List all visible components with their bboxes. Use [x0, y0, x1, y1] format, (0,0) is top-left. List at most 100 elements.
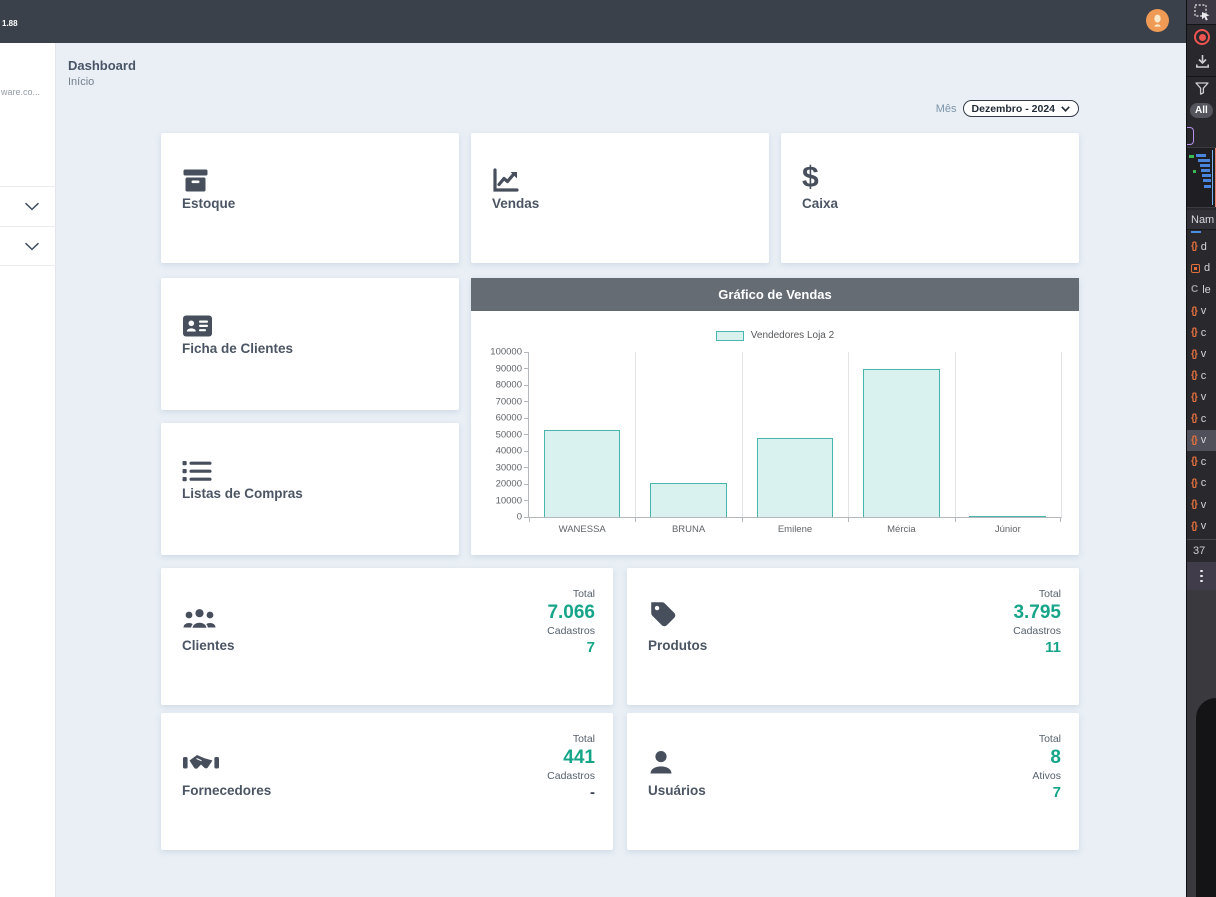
network-request-row[interactable]: {}v	[1187, 494, 1216, 516]
filter-all-button[interactable]: All	[1190, 103, 1213, 118]
document-icon	[1191, 264, 1200, 273]
nav-card-listas-de-compras[interactable]: Listas de Compras	[161, 423, 459, 555]
x-axis-tick-mark	[955, 517, 956, 522]
chevron-down-icon	[24, 202, 40, 211]
chart-bar[interactable]	[969, 516, 1046, 517]
legend-swatch	[716, 331, 744, 341]
network-request-row[interactable]: {}c	[1187, 473, 1216, 495]
metric-value: 11	[1013, 638, 1061, 658]
metric-value: 441	[547, 746, 595, 770]
box-icon	[182, 161, 209, 193]
stat-card-usuarios[interactable]: Usuários Total 8 Ativos 7	[627, 713, 1079, 850]
y-axis-tick-label: 90000	[496, 363, 522, 374]
request-name: le	[1202, 284, 1211, 296]
page-title: Dashboard	[68, 58, 136, 73]
request-name: c	[1201, 477, 1207, 489]
metric-label: Total	[1013, 588, 1061, 601]
y-axis-tick-mark	[524, 467, 529, 468]
version-text: 1.88	[2, 19, 18, 28]
network-request-row[interactable]: {}c	[1187, 365, 1216, 387]
chevron-down-icon	[1061, 106, 1070, 112]
nav-card-caixa[interactable]: $ Caixa	[781, 133, 1079, 263]
x-axis-category-label: WANESSA	[559, 524, 606, 535]
sidebar-menu-item-2[interactable]	[0, 226, 56, 266]
y-axis-tick-mark	[524, 368, 529, 369]
stat-card-label: Usuários	[648, 783, 706, 798]
y-axis-tick-mark	[524, 352, 529, 353]
network-request-row[interactable]: d	[1187, 258, 1216, 280]
nav-card-ficha-de-clientes[interactable]: Ficha de Clientes	[161, 278, 459, 410]
nav-card-label: Vendas	[492, 196, 539, 211]
x-axis-tick-mark	[742, 517, 743, 522]
stat-card-fornecedores[interactable]: Fornecedores Total 441 Cadastros -	[161, 713, 613, 850]
dollar-icon: $	[802, 161, 819, 193]
request-name: v	[1201, 348, 1207, 360]
month-select[interactable]: Dezembro - 2024	[963, 100, 1079, 117]
chart-bar[interactable]	[650, 483, 727, 517]
month-filter: Mês Dezembro - 2024	[936, 100, 1079, 117]
network-request-row[interactable]: Cle	[1187, 279, 1216, 301]
json-braces-icon: {}	[1191, 306, 1197, 317]
network-request-row[interactable]: {}v	[1187, 430, 1216, 452]
tag-icon	[648, 594, 679, 630]
x-axis-category-label: Mércia	[887, 524, 916, 535]
x-axis-category-label: BRUNA	[672, 524, 705, 535]
chart-bar[interactable]	[863, 369, 940, 518]
y-axis-tick-mark	[524, 418, 529, 419]
corner-overlay	[1196, 698, 1216, 897]
network-overview-waterfall[interactable]	[1187, 147, 1216, 208]
chart-bar[interactable]	[757, 438, 834, 517]
breadcrumb: Início	[68, 76, 94, 88]
filter-funnel-icon[interactable]	[1195, 82, 1209, 100]
metric-label: Ativos	[1032, 770, 1061, 783]
nav-card-label: Listas de Compras	[182, 486, 303, 501]
legend-label: Vendedores Loja 2	[751, 330, 834, 341]
inspect-element-icon[interactable]	[1194, 4, 1211, 26]
gridline	[848, 352, 849, 517]
y-axis-tick-label: 60000	[496, 413, 522, 424]
y-axis-tick-label: 20000	[496, 479, 522, 490]
network-request-row[interactable]: {}v	[1187, 387, 1216, 409]
month-select-value: Dezembro - 2024	[972, 103, 1055, 115]
network-request-row[interactable]: {}v	[1187, 301, 1216, 323]
scroll-indicator	[1191, 231, 1201, 233]
splitter-handle[interactable]	[1187, 127, 1194, 145]
y-axis-tick-mark	[524, 451, 529, 452]
nav-card-estoque[interactable]: Estoque	[161, 133, 459, 263]
x-axis-tick-mark	[848, 517, 849, 522]
x-axis-tick-mark	[1060, 517, 1061, 522]
stat-card-clientes[interactable]: Clientes Total 7.066 Cadastros 7	[161, 568, 613, 705]
json-braces-icon: {}	[1191, 370, 1197, 381]
request-name: v	[1201, 520, 1207, 532]
network-request-row[interactable]: {}d	[1187, 236, 1216, 258]
record-stop-icon[interactable]	[1194, 29, 1210, 45]
request-count: 37	[1187, 539, 1216, 562]
sidebar-menu-item-1[interactable]	[0, 186, 56, 226]
chart-bar[interactable]	[544, 430, 621, 517]
metric-value: 7	[547, 638, 595, 658]
nav-card-label: Estoque	[182, 196, 235, 211]
sidebar-truncated-text: ware.co...	[1, 87, 53, 97]
users-icon	[182, 594, 217, 630]
network-request-row[interactable]: {} v	[1187, 516, 1216, 538]
y-axis-tick-mark	[524, 484, 529, 485]
json-braces-icon: {}	[1191, 521, 1197, 532]
x-axis-category-label: Emilene	[778, 524, 812, 535]
user-avatar[interactable]	[1146, 9, 1169, 32]
download-icon[interactable]	[1195, 54, 1210, 74]
y-axis-tick-mark	[524, 385, 529, 386]
json-braces-icon: {}	[1191, 392, 1197, 403]
metric-block: Total 7.066 Cadastros 7	[547, 588, 595, 658]
network-request-row[interactable]: {}c	[1187, 322, 1216, 344]
chart-legend: Vendedores Loja 2	[471, 330, 1079, 341]
network-request-row[interactable]: {}c	[1187, 451, 1216, 473]
x-axis-tick-mark	[529, 517, 530, 522]
stat-card-produtos[interactable]: Produtos Total 3.795 Cadastros 11	[627, 568, 1079, 705]
json-braces-icon: {}	[1191, 327, 1197, 338]
kebab-menu-icon[interactable]	[1187, 562, 1216, 590]
network-request-row[interactable]: {}c	[1187, 408, 1216, 430]
json-braces-icon: {}	[1191, 349, 1197, 360]
nav-card-vendas[interactable]: Vendas	[471, 133, 769, 263]
network-name-column-header[interactable]: Nam	[1187, 210, 1216, 230]
network-request-row[interactable]: {} v	[1187, 344, 1216, 366]
